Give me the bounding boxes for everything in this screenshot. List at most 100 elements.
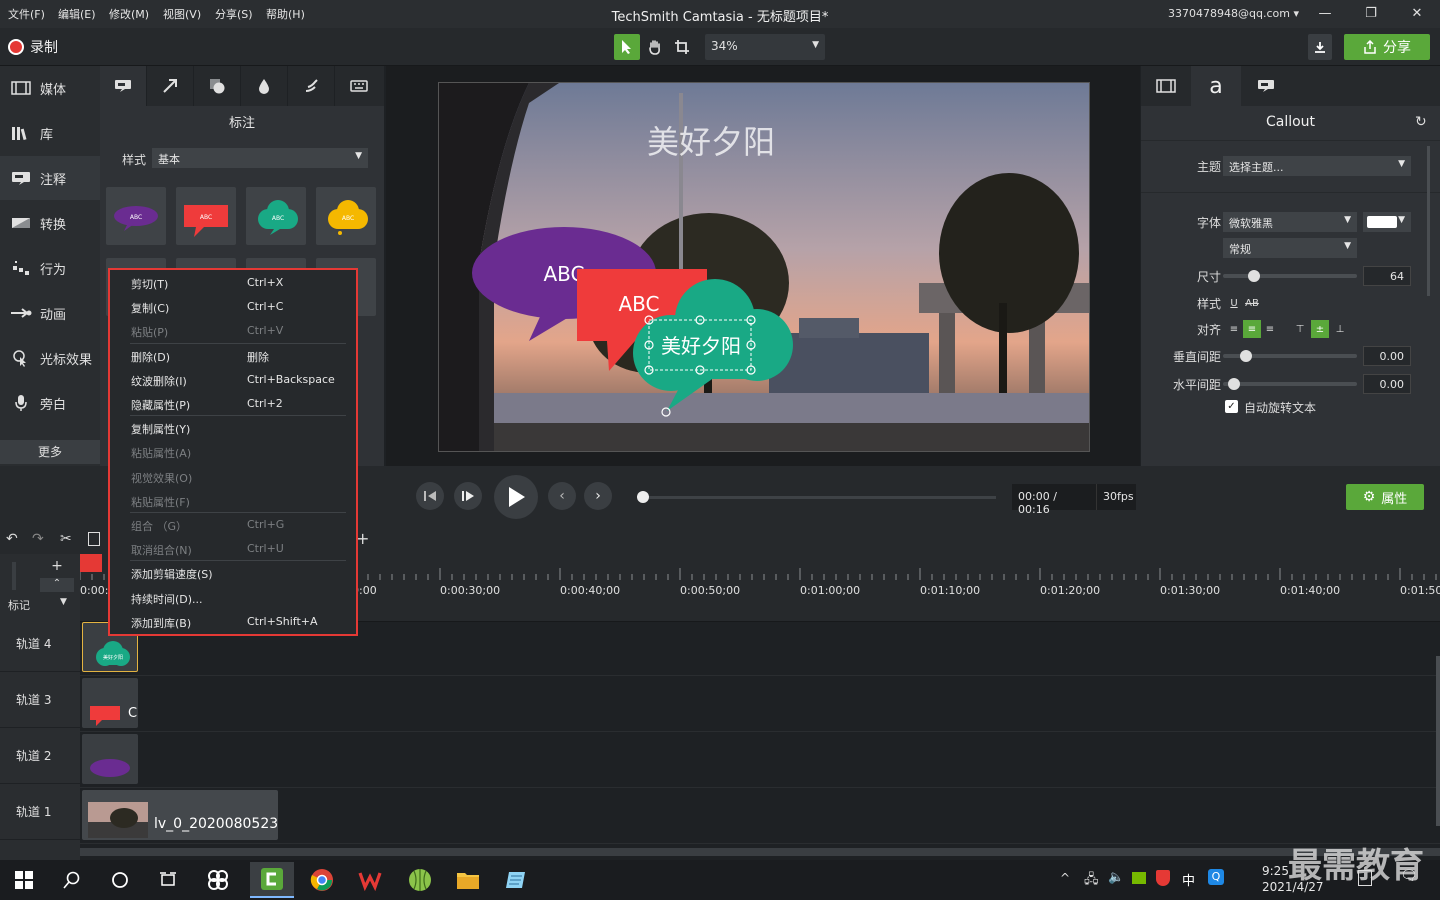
- context-menu-item[interactable]: 删除(D) 删除: [131, 345, 351, 367]
- add-track-icon[interactable]: +: [356, 529, 369, 548]
- cortana-icon[interactable]: [106, 866, 134, 894]
- context-menu-item[interactable]: 复制属性(Y): [131, 417, 351, 439]
- zoom-select[interactable]: 34% ▼: [705, 34, 825, 60]
- font-select[interactable]: 微软雅黑 ▼: [1223, 212, 1357, 232]
- context-menu-item[interactable]: 粘贴(P) Ctrl+V: [131, 320, 351, 342]
- properties-button[interactable]: ⚙ 属性: [1346, 484, 1424, 510]
- playhead-marker[interactable]: [80, 554, 102, 572]
- collapse-icon[interactable]: ⌃: [40, 578, 74, 592]
- step-back-button[interactable]: [416, 482, 444, 510]
- sidebar-item-voice-narration[interactable]: 旁白: [0, 381, 100, 425]
- underline-icon[interactable]: U: [1225, 294, 1243, 312]
- vertical-spacing-knob[interactable]: [1240, 350, 1252, 362]
- crop-tool-button[interactable]: [669, 34, 695, 60]
- track-3-label[interactable]: 轨道 3: [0, 672, 80, 728]
- search-icon[interactable]: [58, 866, 86, 894]
- redo-icon[interactable]: ↷: [32, 531, 44, 547]
- security-shield-icon[interactable]: [1156, 870, 1170, 886]
- tab-text-properties[interactable]: a: [1191, 66, 1241, 106]
- context-menu-item[interactable]: 粘贴属性(A): [131, 441, 351, 463]
- pinwheel-app-icon[interactable]: [204, 866, 232, 894]
- volume-icon[interactable]: 🔈: [1108, 870, 1124, 885]
- size-slider-knob[interactable]: [1248, 270, 1260, 282]
- tab-blur[interactable]: [241, 66, 288, 106]
- callout-thumb-yellow[interactable]: ABC: [316, 187, 376, 245]
- copy-icon[interactable]: [88, 532, 100, 546]
- track-4-label[interactable]: 轨道 4: [0, 616, 80, 672]
- scrub-bar[interactable]: [642, 496, 996, 499]
- menu-file[interactable]: 文件(F): [8, 6, 45, 22]
- track-2[interactable]: [80, 732, 1440, 788]
- align-center-icon[interactable]: ≡: [1243, 320, 1261, 338]
- sidebar-item-behaviors[interactable]: 行为: [0, 246, 100, 290]
- horizontal-spacing-slider[interactable]: [1223, 382, 1357, 386]
- menu-modify[interactable]: 修改(M): [109, 6, 149, 22]
- network-icon[interactable]: 🖧: [1084, 870, 1099, 892]
- callout-thumb-teal[interactable]: ABC: [246, 187, 306, 245]
- theme-select[interactable]: 选择主题... ▼: [1223, 156, 1411, 176]
- share-button[interactable]: 分享: [1344, 34, 1430, 60]
- timeline-scrollbar[interactable]: [1436, 656, 1440, 826]
- windows-start-icon[interactable]: [10, 866, 38, 894]
- align-right-icon[interactable]: ≡: [1261, 320, 1279, 338]
- zoom-slider[interactable]: [12, 562, 16, 590]
- wps-icon[interactable]: [356, 866, 384, 894]
- tab-shapes[interactable]: [194, 66, 241, 106]
- context-menu-item[interactable]: 剪切(T) Ctrl+X: [131, 272, 351, 294]
- context-menu-item[interactable]: 持续时间(D)...: [131, 587, 351, 609]
- menu-edit[interactable]: 编辑(E): [58, 6, 96, 22]
- notepad-icon[interactable]: [502, 866, 530, 894]
- qq-icon[interactable]: Q: [1208, 869, 1224, 885]
- context-menu-item[interactable]: 视觉效果(O): [131, 466, 351, 488]
- menu-share[interactable]: 分享(S): [215, 6, 253, 22]
- nvidia-icon[interactable]: [1132, 872, 1146, 884]
- tab-callouts[interactable]: [100, 66, 147, 106]
- chevron-down-icon[interactable]: ▼: [60, 597, 67, 607]
- undo-icon[interactable]: ↶: [6, 531, 18, 547]
- vertical-spacing-input[interactable]: 0.00: [1363, 346, 1411, 366]
- iqiyi-icon[interactable]: [406, 866, 434, 894]
- track-2-clip[interactable]: [82, 734, 138, 784]
- zoom-in-icon[interactable]: +: [40, 558, 74, 576]
- track-1-clip[interactable]: lv_0_2020080523: [82, 790, 278, 840]
- restore-icon[interactable]: ❐: [1356, 4, 1386, 24]
- tab-annotation-properties[interactable]: [1241, 66, 1291, 106]
- size-slider[interactable]: [1223, 274, 1357, 278]
- horizontal-spacing-knob[interactable]: [1228, 378, 1240, 390]
- video-canvas[interactable]: 阳 光 美好夕阳 ABC: [438, 82, 1090, 452]
- play-button[interactable]: [494, 475, 538, 519]
- context-menu-item[interactable]: 取消组合(N) Ctrl+U: [131, 538, 351, 560]
- text-color-picker[interactable]: ▼: [1363, 212, 1411, 232]
- panel-scrollbar[interactable]: [1427, 146, 1430, 296]
- camtasia-taskbar-icon[interactable]: [250, 862, 294, 898]
- minimize-icon[interactable]: —: [1310, 4, 1340, 24]
- sidebar-item-transitions[interactable]: 转换: [0, 201, 100, 245]
- tab-arrows[interactable]: [147, 66, 194, 106]
- task-view-icon[interactable]: [154, 866, 182, 894]
- scrub-knob[interactable]: [637, 491, 649, 503]
- context-menu-item[interactable]: 添加到库(B) Ctrl+Shift+A: [131, 611, 351, 633]
- timeline-hscrollbar[interactable]: [80, 848, 1440, 856]
- context-menu-item[interactable]: 组合 （G） Ctrl+G: [131, 514, 351, 536]
- record-button[interactable]: 录制: [8, 37, 58, 57]
- title-caption[interactable]: 美好夕阳: [647, 123, 775, 161]
- select-tool-button[interactable]: [614, 34, 640, 60]
- track-2-label[interactable]: 轨道 2: [0, 728, 80, 784]
- track-3[interactable]: C: [80, 676, 1440, 732]
- previous-marker-button[interactable]: ‹: [548, 482, 576, 510]
- reset-icon[interactable]: ↻: [1415, 114, 1427, 130]
- strikethrough-icon[interactable]: AB: [1243, 294, 1261, 312]
- step-forward-button[interactable]: [454, 482, 482, 510]
- sidebar-item-annotations[interactable]: 注释: [0, 156, 100, 200]
- align-left-icon[interactable]: ≡: [1225, 320, 1243, 338]
- valign-bottom-icon[interactable]: ⊥: [1331, 320, 1349, 338]
- context-menu-item[interactable]: 隐藏属性(P) Ctrl+2: [131, 393, 351, 415]
- chevron-up-icon[interactable]: ^: [1060, 871, 1070, 885]
- tab-visual-properties[interactable]: [1141, 66, 1191, 106]
- sidebar-item-library[interactable]: 库: [0, 111, 100, 155]
- font-weight-select[interactable]: 常规 ▼: [1223, 238, 1357, 258]
- ime-indicator[interactable]: 中: [1182, 870, 1195, 889]
- auto-rotate-checkbox[interactable]: ✓: [1225, 400, 1238, 413]
- close-icon[interactable]: ✕: [1402, 4, 1432, 24]
- context-menu-item[interactable]: 纹波删除(I) Ctrl+Backspace: [131, 369, 351, 391]
